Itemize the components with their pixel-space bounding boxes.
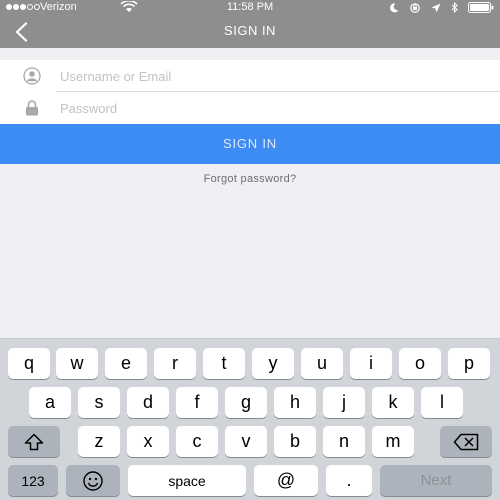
backspace-icon — [453, 433, 479, 450]
status-icons — [389, 2, 494, 13]
key-a[interactable]: a — [29, 387, 71, 418]
next-key[interactable]: Next — [380, 465, 492, 496]
key-l[interactable]: l — [421, 387, 463, 418]
page-title: SIGN IN — [224, 23, 276, 38]
key-d[interactable]: d — [127, 387, 169, 418]
at-key[interactable]: @ — [254, 465, 318, 496]
key-w[interactable]: w — [56, 348, 98, 379]
key-q[interactable]: q — [8, 348, 50, 379]
chevron-left-icon — [15, 22, 28, 42]
battery-icon — [468, 2, 494, 13]
key-g[interactable]: g — [225, 387, 267, 418]
key-m[interactable]: m — [372, 426, 414, 457]
keyboard: q w e r t y u i o p a s d f g h j k l z … — [0, 338, 500, 500]
shift-icon — [24, 433, 44, 450]
key-j[interactable]: j — [323, 387, 365, 418]
sign-in-button[interactable]: SIGN IN — [0, 124, 500, 164]
lock-rotation-icon — [410, 2, 420, 13]
key-v[interactable]: v — [225, 426, 267, 457]
nav-bar: SIGN IN — [0, 14, 500, 48]
key-i[interactable]: i — [350, 348, 392, 379]
key-f[interactable]: f — [176, 387, 218, 418]
key-p[interactable]: p — [448, 348, 490, 379]
key-b[interactable]: b — [274, 426, 316, 457]
bluetooth-icon — [451, 2, 458, 13]
lock-icon — [22, 99, 42, 117]
username-field — [0, 60, 500, 92]
shift-key[interactable] — [8, 426, 60, 457]
key-y[interactable]: y — [252, 348, 294, 379]
key-e[interactable]: e — [105, 348, 147, 379]
username-input[interactable] — [60, 64, 480, 88]
status-bar: Verizon 11:58 PM — [0, 0, 500, 14]
key-t[interactable]: t — [203, 348, 245, 379]
key-z[interactable]: z — [78, 426, 120, 457]
emoji-key[interactable] — [66, 465, 120, 496]
space-key[interactable]: space — [128, 465, 246, 496]
key-r[interactable]: r — [154, 348, 196, 379]
password-input[interactable] — [60, 96, 480, 120]
key-n[interactable]: n — [323, 426, 365, 457]
numbers-key[interactable]: 123 — [8, 465, 58, 496]
user-icon — [22, 67, 42, 85]
key-k[interactable]: k — [372, 387, 414, 418]
dot-key[interactable]: . — [326, 465, 372, 496]
key-h[interactable]: h — [274, 387, 316, 418]
header: Verizon 11:58 PM SIGN IN — [0, 0, 500, 48]
sign-in-form — [0, 60, 500, 124]
forgot-password-link[interactable]: Forgot password? — [0, 173, 500, 189]
key-x[interactable]: x — [127, 426, 169, 457]
moon-icon — [390, 2, 399, 12]
backspace-key[interactable] — [440, 426, 492, 457]
key-s[interactable]: s — [78, 387, 120, 418]
key-u[interactable]: u — [301, 348, 343, 379]
key-c[interactable]: c — [176, 426, 218, 457]
emoji-icon — [83, 470, 103, 491]
back-button[interactable] — [6, 18, 36, 46]
location-arrow-icon — [431, 3, 441, 12]
key-o[interactable]: o — [399, 348, 441, 379]
password-field — [0, 92, 500, 124]
